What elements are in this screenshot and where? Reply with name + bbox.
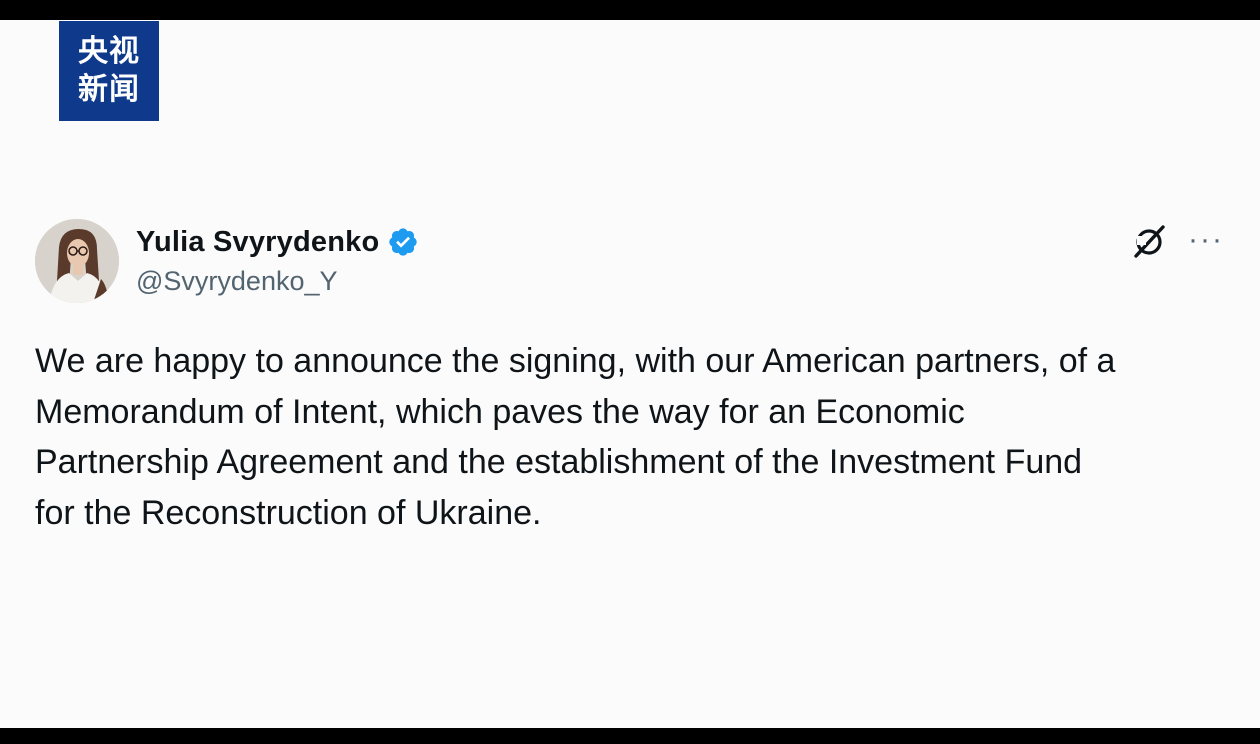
display-name[interactable]: Yulia Svyrydenko — [136, 226, 379, 259]
user-handle[interactable]: @Svyrydenko_Y — [136, 266, 338, 297]
grok-icon[interactable] — [1131, 222, 1169, 260]
verified-badge-icon — [389, 228, 418, 256]
more-options-icon[interactable]: ··· — [1186, 225, 1226, 255]
tweet-text: We are happy to announce the signing, wi… — [35, 342, 1116, 532]
video-frame: 央视 新闻 Yulia Svyrydenko @Svyrydenko_Y ···… — [0, 20, 1260, 728]
avatar-image — [35, 219, 119, 303]
author-name-row: Yulia Svyrydenko — [136, 222, 419, 262]
avatar[interactable] — [35, 219, 119, 303]
letterbox-top — [0, 0, 1260, 20]
tweet-card: Yulia Svyrydenko @Svyrydenko_Y ··· We ar… — [0, 20, 1260, 728]
letterbox-bottom — [0, 728, 1260, 744]
